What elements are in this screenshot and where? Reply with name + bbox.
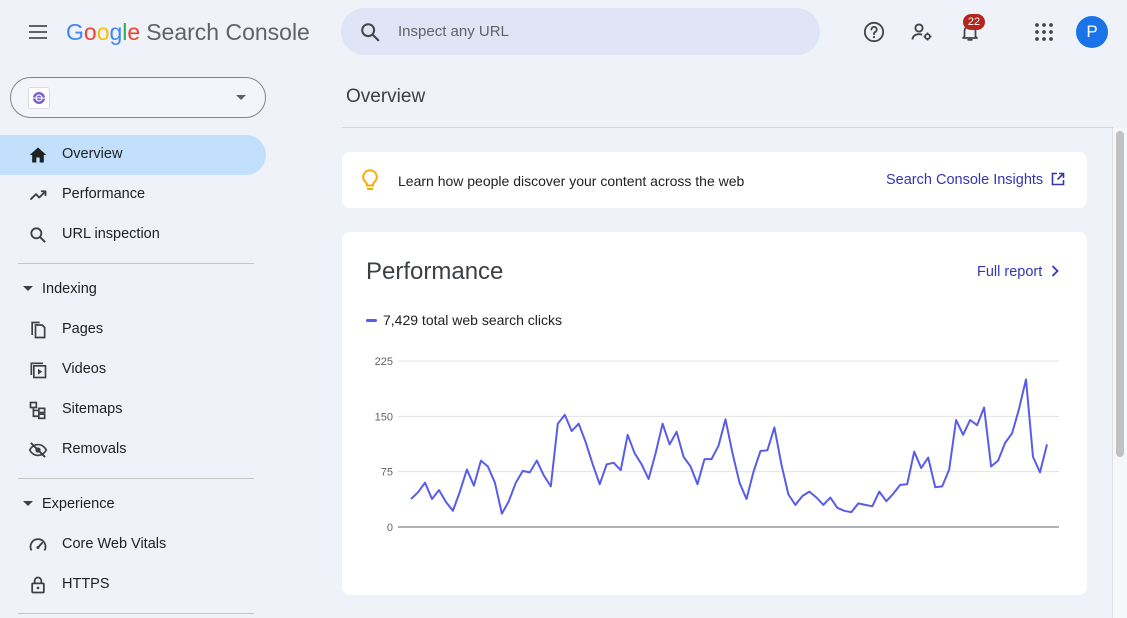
insights-banner-text: Learn how people discover your content a… (398, 173, 745, 189)
caret-down-icon (23, 501, 33, 506)
sidebar-item-performance[interactable]: Performance (0, 175, 266, 215)
page-title: Overview (346, 86, 426, 107)
logo-letter: G (66, 19, 84, 45)
sidebar-item-overview[interactable]: Overview (0, 135, 266, 175)
property-selector[interactable] (10, 77, 266, 118)
app-header: GoogleSearch Console 22 P (0, 0, 1127, 64)
site-favicon (28, 87, 50, 109)
sidebar-section-experience[interactable]: Experience (0, 490, 266, 520)
sidebar-item-label: URL inspection (62, 226, 160, 242)
sidebar-item-label: Removals (62, 441, 127, 457)
product-name: Search Console (146, 19, 310, 45)
chevron-right-icon (1052, 265, 1060, 277)
main-scrollbar[interactable] (1112, 128, 1127, 618)
sidebar-item-pages[interactable]: Pages (0, 310, 266, 350)
caret-down-icon (23, 286, 33, 291)
search-icon (361, 23, 380, 42)
person-settings-icon (911, 23, 932, 41)
help-button[interactable] (858, 16, 890, 48)
full-report-label: Full report (977, 264, 1043, 280)
visibility-off-icon (28, 442, 48, 458)
apps-grid-icon (1035, 23, 1053, 41)
title-divider (342, 127, 1113, 128)
logo-letter: o (83, 19, 97, 45)
logo-letter: e (127, 19, 141, 45)
sidebar-section-indexing[interactable]: Indexing (0, 275, 266, 305)
logo-letter: g (109, 19, 123, 45)
main-menu-button[interactable] (22, 16, 54, 48)
sidebar: Overview Performance URL inspection Inde… (0, 64, 280, 618)
sidebar-item-label: Performance (62, 186, 146, 202)
notification-count-badge: 22 (963, 14, 985, 30)
sidebar-item-label: HTTPS (62, 576, 110, 592)
legend-swatch (366, 318, 377, 322)
sidebar-divider (18, 263, 254, 264)
url-inspection-search[interactable] (341, 8, 820, 55)
lock-icon (31, 576, 45, 594)
full-report-link[interactable]: Full report (977, 264, 1060, 280)
sidebar-item-https[interactable]: HTTPS (0, 565, 266, 605)
insights-banner: Learn how people discover your content a… (342, 152, 1087, 208)
lightbulb-icon (362, 169, 378, 190)
sidebar-item-videos[interactable]: Videos (0, 350, 266, 390)
trending-up-icon (29, 190, 47, 201)
globe-icon (33, 92, 45, 104)
search-console-insights-link[interactable]: Search Console Insights (886, 172, 1065, 188)
sidebar-divider (18, 613, 254, 614)
y-tick-label: 0 (387, 522, 393, 534)
apps-button[interactable] (1028, 16, 1060, 48)
sidebar-divider (18, 478, 254, 479)
sidebar-item-url-inspection[interactable]: URL inspection (0, 215, 266, 255)
y-tick-label: 150 (375, 411, 393, 423)
logo-letter: o (96, 19, 110, 45)
legend-label: 7,429 total web search clicks (383, 312, 562, 328)
sidebar-item-core-web-vitals[interactable]: Core Web Vitals (0, 525, 266, 565)
help-icon (863, 21, 885, 43)
search-icon (30, 227, 46, 243)
account-avatar[interactable]: P (1076, 16, 1108, 48)
sidebar-item-removals[interactable]: Removals (0, 430, 266, 470)
performance-card-title: Performance (366, 258, 504, 285)
sidebar-item-label: Overview (62, 146, 123, 162)
pages-icon (31, 321, 46, 339)
search-input[interactable] (398, 8, 798, 55)
open-in-new-icon (1051, 172, 1065, 186)
sidebar-section-label: Indexing (42, 281, 97, 297)
sidebar-item-label: Videos (62, 361, 107, 377)
manage-users-button[interactable] (906, 16, 938, 48)
clicks-series-line[interactable] (410, 378, 1048, 515)
app-logo[interactable]: Google Search Console (66, 18, 310, 46)
home-icon (29, 147, 47, 163)
sidebar-item-label: Core Web Vitals (62, 536, 167, 552)
scrollbar-thumb[interactable] (1116, 131, 1124, 457)
chevron-down-icon (236, 95, 246, 100)
sidebar-section-label: Experience (42, 496, 115, 512)
sidebar-item-label: Pages (62, 321, 104, 337)
sitemap-icon (29, 401, 46, 420)
performance-line-chart: 0 75 150 225 (375, 356, 1059, 534)
sidebar-item-sitemaps[interactable]: Sitemaps (0, 390, 266, 430)
y-tick-label: 75 (381, 467, 393, 479)
video-icon (30, 362, 47, 379)
chart-legend[interactable]: 7,429 total web search clicks (366, 312, 562, 328)
speed-icon (29, 538, 47, 551)
performance-card: Performance Full report 7,429 total web … (342, 232, 1087, 595)
insights-link-label: Search Console Insights (886, 172, 1044, 188)
y-tick-label: 225 (375, 356, 393, 368)
sidebar-item-label: Sitemaps (62, 401, 123, 417)
